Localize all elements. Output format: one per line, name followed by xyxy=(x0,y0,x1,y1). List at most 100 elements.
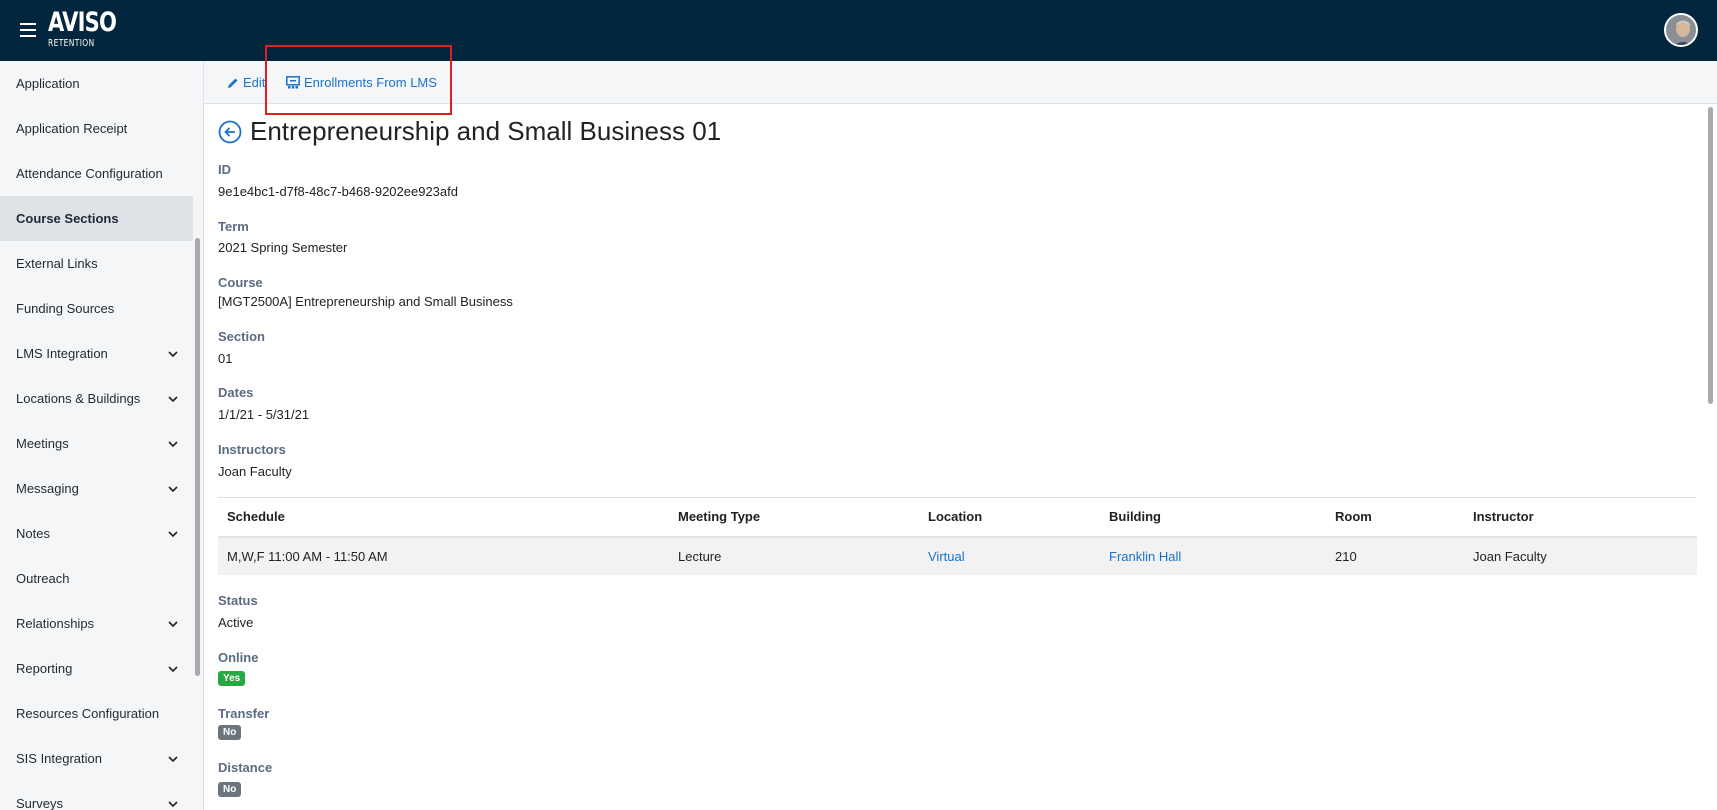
sidebar-item-relationships[interactable]: Relationships xyxy=(0,601,193,646)
sidebar-item-outreach[interactable]: Outreach xyxy=(0,556,193,601)
sidebar-item-sis-integration[interactable]: SIS Integration xyxy=(0,736,193,781)
sidebar-item-external-links[interactable]: External Links xyxy=(0,241,193,286)
sidebar-item-label: LMS Integration xyxy=(16,346,108,361)
chevron-down-icon xyxy=(168,621,178,628)
sidebar-item-label: Application Receipt xyxy=(16,121,128,136)
location-link[interactable]: Virtual xyxy=(928,549,965,564)
chevron-down-icon xyxy=(168,441,178,448)
sidebar-item-label: Messaging xyxy=(16,481,79,496)
cell-building: Franklin Hall xyxy=(1100,536,1326,575)
header-schedule: Schedule xyxy=(218,497,669,538)
header-location: Location xyxy=(919,497,1100,538)
sidebar-item-label: Notes xyxy=(16,526,50,541)
table-header-row: Schedule Meeting Type Location Building … xyxy=(218,497,1697,538)
sidebar-item-label: Relationships xyxy=(16,616,95,631)
transfer-badge: No xyxy=(218,725,242,740)
building-link[interactable]: Franklin Hall xyxy=(1109,549,1181,564)
sidebar-item-course-sections[interactable]: Course Sections xyxy=(0,196,193,241)
sidebar-item-notes[interactable]: Notes xyxy=(0,511,193,556)
user-avatar[interactable] xyxy=(1664,13,1698,47)
page-title: Entrepreneurship and Small Business 01 xyxy=(250,116,722,146)
back-arrow-icon[interactable] xyxy=(218,120,242,144)
edit-button-label: Edit xyxy=(243,75,266,90)
chevron-down-icon xyxy=(168,396,178,403)
course-label: Course xyxy=(218,275,263,290)
main-content: Entrepreneurship and Small Business 01 I… xyxy=(204,104,1704,810)
id-value: 9e1e4bc1-d7f8-48c7-b468-9202ee923afd xyxy=(218,184,458,199)
sidebar-item-label: Attendance Configuration xyxy=(16,166,163,181)
header-meeting-type: Meeting Type xyxy=(669,497,919,538)
main-scrollbar-thumb[interactable] xyxy=(1708,107,1713,404)
term-value: 2021 Spring Semester xyxy=(218,240,348,255)
status-label: Status xyxy=(218,593,258,608)
dates-label: Dates xyxy=(218,385,254,400)
cell-instructor: Joan Faculty xyxy=(1464,536,1697,575)
section-label: Section xyxy=(218,329,265,344)
sidebar-item-label: Course Sections xyxy=(16,211,119,226)
sidebar-item-application[interactable]: Application xyxy=(0,61,193,106)
sidebar-item-label: Meetings xyxy=(16,436,69,451)
status-value: Active xyxy=(218,615,254,630)
distance-label: Distance xyxy=(218,760,273,775)
sidebar-item-label: Locations & Buildings xyxy=(16,391,141,406)
logo-main-text: AVISO xyxy=(48,7,117,38)
header-instructor: Instructor xyxy=(1464,497,1697,538)
sidebar-item-label: Surveys xyxy=(16,796,63,810)
sidebar-item-label: Outreach xyxy=(16,571,70,586)
sidebar-item-locations-buildings[interactable]: Locations & Buildings xyxy=(0,376,193,421)
transfer-label: Transfer xyxy=(218,706,270,721)
sidebar-item-resources-configuration[interactable]: Resources Configuration xyxy=(0,691,193,736)
top-bar: AVISO RETENTION xyxy=(0,0,1717,61)
header-room: Room xyxy=(1326,497,1464,538)
distance-badge: No xyxy=(218,782,242,797)
sidebar-item-meetings[interactable]: Meetings xyxy=(0,421,193,466)
title-row: Entrepreneurship and Small Business 01 xyxy=(218,116,721,147)
edit-button[interactable]: Edit xyxy=(227,61,265,104)
sidebar-item-attendance-configuration[interactable]: Attendance Configuration xyxy=(0,151,193,196)
sidebar-item-surveys[interactable]: Surveys xyxy=(0,781,193,810)
chevron-down-icon xyxy=(168,756,178,763)
sidebar-item-label: Resources Configuration xyxy=(16,706,160,721)
sidebar-item-lms-integration[interactable]: LMS Integration xyxy=(0,331,193,376)
app-logo[interactable]: AVISO RETENTION xyxy=(48,8,135,50)
id-label: ID xyxy=(218,162,231,177)
hamburger-menu-icon[interactable] xyxy=(20,23,36,37)
sidebar-item-funding-sources[interactable]: Funding Sources xyxy=(0,286,193,331)
instructors-label: Instructors xyxy=(218,442,286,457)
cell-room: 210 xyxy=(1326,536,1464,575)
chevron-down-icon xyxy=(168,351,178,358)
sidebar-item-label: Reporting xyxy=(16,661,73,676)
online-label: Online xyxy=(218,650,259,665)
pencil-icon xyxy=(228,78,238,88)
sidebar-item-reporting[interactable]: Reporting xyxy=(0,646,193,691)
header-building: Building xyxy=(1100,497,1326,538)
cell-meeting-type: Lecture xyxy=(669,536,919,575)
enrollments-from-lms-button[interactable]: Enrollments From LMS xyxy=(286,61,437,104)
dates-value: 1/1/21 - 5/31/21 xyxy=(218,407,310,422)
sidebar: Application Application Receipt Attendan… xyxy=(0,61,193,810)
instructors-value: Joan Faculty xyxy=(218,464,292,479)
sidebar-item-label: SIS Integration xyxy=(16,751,102,766)
sidebar-scrollbar-thumb[interactable] xyxy=(195,238,200,676)
classroom-icon xyxy=(286,76,300,89)
schedule-table: Schedule Meeting Type Location Building … xyxy=(218,497,1697,575)
course-value: [MGT2500A] Entrepreneurship and Small Bu… xyxy=(218,294,513,309)
table-row: M,W,F 11:00 AM - 11:50 AM Lecture Virtua… xyxy=(218,536,1697,575)
chevron-down-icon xyxy=(168,486,178,493)
sidebar-item-application-receipt[interactable]: Application Receipt xyxy=(0,106,193,151)
cell-schedule: M,W,F 11:00 AM - 11:50 AM xyxy=(218,536,669,575)
section-value: 01 xyxy=(218,351,233,366)
sidebar-item-label: Funding Sources xyxy=(16,301,115,316)
enrollments-from-lms-label: Enrollments From LMS xyxy=(304,75,437,90)
toolbar: Edit Enrollments From LMS xyxy=(204,61,1717,104)
logo-sub-text: RETENTION xyxy=(48,38,95,49)
cell-location: Virtual xyxy=(919,536,1100,575)
sidebar-item-label: External Links xyxy=(16,256,98,271)
term-label: Term xyxy=(218,219,249,234)
online-badge: Yes xyxy=(218,671,246,686)
sidebar-item-messaging[interactable]: Messaging xyxy=(0,466,193,511)
chevron-down-icon xyxy=(168,801,178,808)
chevron-down-icon xyxy=(168,666,178,673)
chevron-down-icon xyxy=(168,531,178,538)
sidebar-item-label: Application xyxy=(16,76,80,91)
